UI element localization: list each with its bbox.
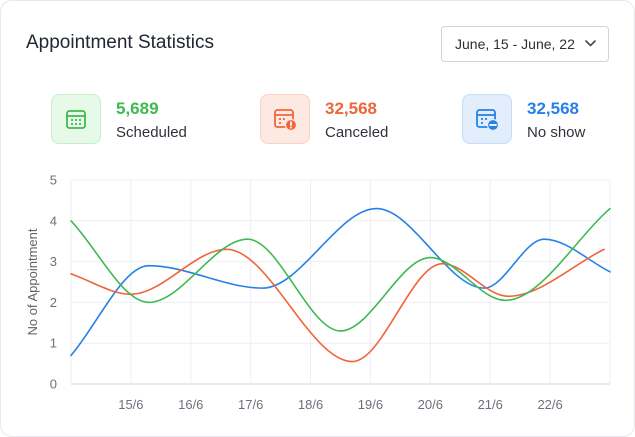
stat-value: 32,568 bbox=[527, 99, 579, 118]
y-tick-label: 4 bbox=[50, 213, 57, 228]
calendar-minus-icon bbox=[476, 109, 500, 132]
y-tick-label: 3 bbox=[50, 254, 57, 269]
y-tick-label: 2 bbox=[50, 295, 57, 310]
date-range-value: June, 15 - June, 22 bbox=[455, 36, 575, 52]
appointments-line-chart: 0 1 2 3 4 5 15/6 16/6 17/6 18/6 19/6 20/6 21/6 22/6 No… bbox=[25, 173, 611, 412]
date-range-select[interactable]: June, 15 - June, 22 bbox=[441, 26, 609, 62]
x-tick-label: 22/6 bbox=[537, 397, 562, 412]
x-tick-label: 17/6 bbox=[238, 397, 263, 412]
card-title: Appointment Statistics bbox=[26, 32, 214, 53]
series-line-1 bbox=[70, 207, 611, 357]
stat-label: No show bbox=[527, 124, 586, 141]
stat-icon-box bbox=[260, 94, 310, 144]
y-axis-label: No of Appointment bbox=[25, 228, 40, 335]
y-tick-label: 5 bbox=[50, 173, 57, 188]
x-tick-label: 19/6 bbox=[358, 397, 383, 412]
stat-icon-box bbox=[51, 94, 101, 144]
y-tick-label: 0 bbox=[50, 377, 57, 392]
x-tick-label: 15/6 bbox=[118, 397, 143, 412]
stat-label: Canceled bbox=[325, 124, 389, 141]
calendar-alert-icon bbox=[274, 109, 298, 132]
stat-value: 5,689 bbox=[116, 99, 159, 118]
appointment-statistics-card: Appointment Statistics June, 15 - June, … bbox=[0, 0, 635, 437]
x-tick-label: 18/6 bbox=[298, 397, 323, 412]
x-tick-label: 21/6 bbox=[478, 397, 503, 412]
stat-value: 32,568 bbox=[325, 99, 377, 118]
x-tick-label: 20/6 bbox=[418, 397, 443, 412]
y-tick-label: 1 bbox=[50, 336, 57, 351]
calendar-icon bbox=[66, 110, 86, 129]
chevron-down-icon bbox=[585, 40, 596, 47]
stat-label: Scheduled bbox=[116, 124, 187, 141]
stat-icon-box bbox=[462, 94, 512, 144]
x-tick-label: 16/6 bbox=[178, 397, 203, 412]
